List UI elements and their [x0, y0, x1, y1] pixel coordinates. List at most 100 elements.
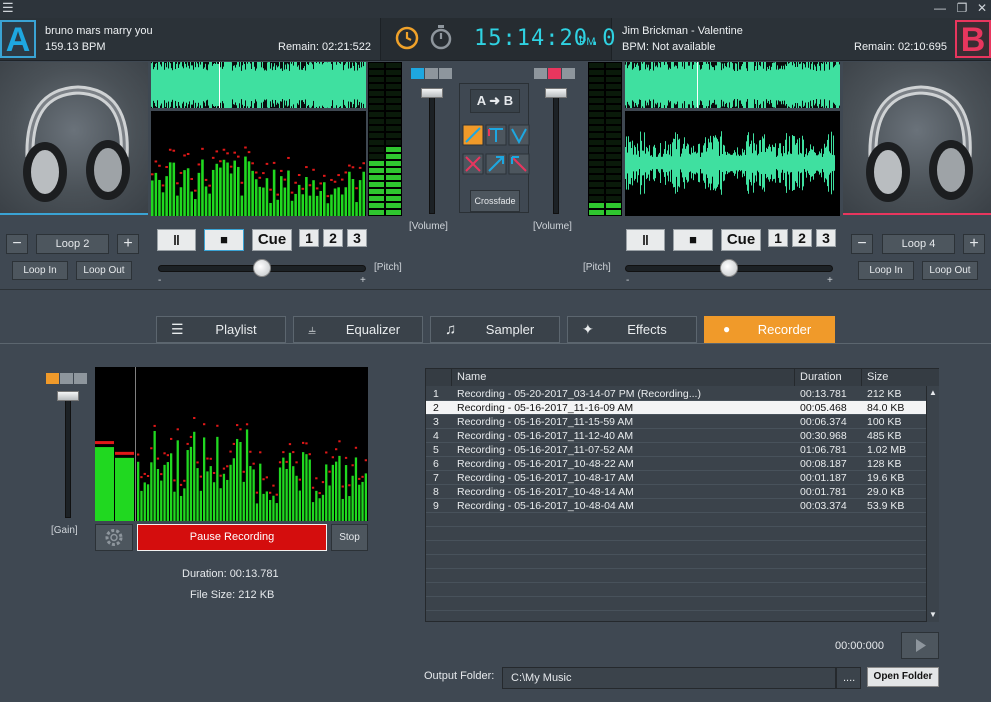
- deck-a-spectrum: [151, 111, 366, 216]
- deck-b-hotcue-1[interactable]: 1: [768, 229, 788, 247]
- deck-b-volume-knob[interactable]: [545, 88, 567, 98]
- deck-b-cue-button[interactable]: Cue: [721, 229, 761, 251]
- table-row[interactable]: 8 Recording - 05-16-2017_10-48-14 AM 00:01…: [426, 485, 926, 499]
- tab-equalizer[interactable]: ⫨ Equalizer: [293, 316, 423, 343]
- deck-b-overview-waveform[interactable]: [625, 55, 840, 115]
- headphones-icon: [23, 85, 130, 202]
- gain-knob[interactable]: [57, 391, 79, 401]
- output-folder-label: Output Folder:: [424, 670, 495, 682]
- table-row[interactable]: 6 Recording - 05-16-2017_10-48-22 AM 00:08…: [426, 457, 926, 471]
- table-header-duration[interactable]: Duration: [795, 369, 862, 386]
- output-folder-field[interactable]: C:\My Music: [502, 667, 836, 689]
- deck-a-pitch-minus-label: -: [158, 275, 162, 286]
- deck-a-stop-button[interactable]: ■: [204, 229, 244, 251]
- table-cell-size: 100 KB: [867, 416, 902, 428]
- scroll-up-icon[interactable]: ▲: [929, 388, 937, 397]
- headphones-icon: [866, 85, 973, 202]
- deck-a-hotcue-1[interactable]: 1: [299, 229, 319, 247]
- table-header-name[interactable]: Name: [452, 369, 795, 386]
- tab-equalizer-label: Equalizer: [345, 322, 401, 337]
- table-row[interactable]: 7 Recording - 05-16-2017_10-48-17 AM 00:01…: [426, 471, 926, 485]
- deck-a-loop-plus-button[interactable]: +: [117, 234, 139, 254]
- maximize-button[interactable]: ❐: [953, 0, 971, 16]
- tab-sampler[interactable]: ♫ Sampler: [430, 316, 560, 343]
- deck-a-loop-out-button[interactable]: Loop Out: [76, 261, 132, 280]
- deck-b-hotcue-2[interactable]: 2: [792, 229, 812, 247]
- deck-a-loop-display: Loop 2: [36, 234, 109, 254]
- deck-b-pause-button[interactable]: ‖: [626, 229, 665, 251]
- deck-b-volume-track[interactable]: [553, 88, 559, 214]
- deck-a-volume-knob[interactable]: [421, 88, 443, 98]
- deck-b-loop-plus-button[interactable]: +: [963, 234, 985, 254]
- table-row[interactable]: 5 Recording - 05-16-2017_11-07-52 AM 01:06…: [426, 443, 926, 457]
- table-cell-num: 5: [433, 444, 439, 456]
- deck-b-volume-mode-icons[interactable]: [534, 68, 578, 81]
- deck-b-hotcue-3[interactable]: 3: [816, 229, 836, 247]
- deck-a-cue-button[interactable]: Cue: [252, 229, 292, 251]
- deck-b-track-title: Jim Brickman - Valentine: [622, 25, 743, 37]
- minimize-button[interactable]: —: [931, 0, 949, 16]
- gain-track[interactable]: [65, 392, 71, 518]
- stars-icon: ✦: [582, 321, 594, 337]
- table-row[interactable]: 3 Recording - 05-16-2017_11-15-59 AM 00:06…: [426, 415, 926, 429]
- recorder-settings-button[interactable]: [95, 524, 133, 551]
- table-cell-name: Recording - 05-16-2017_10-48-17 AM: [457, 472, 634, 484]
- menu-icon[interactable]: ☰: [2, 1, 16, 14]
- crossfade-curve-icons[interactable]: [462, 124, 530, 178]
- deck-a-hotcue-3[interactable]: 3: [347, 229, 367, 247]
- deck-a-pause-button[interactable]: ‖: [157, 229, 196, 251]
- table-cell-size: 1.02 MB: [867, 444, 907, 456]
- play-icon: [916, 639, 926, 652]
- tab-playlist-label: Playlist: [215, 322, 257, 337]
- deck-a-volume-label: [Volume]: [409, 221, 448, 232]
- deck-a-loop-in-button[interactable]: Loop In: [12, 261, 68, 280]
- deck-a-pitch-plus-label: +: [360, 275, 366, 286]
- table-cell-num: 1: [433, 388, 439, 400]
- table-cell-size: 128 KB: [867, 458, 902, 470]
- tab-recorder-label: Recorder: [757, 322, 812, 337]
- close-button[interactable]: ✕: [973, 0, 991, 16]
- deck-b-loop-minus-button[interactable]: −: [851, 234, 873, 254]
- table-scrollbar[interactable]: ▲ ▼: [926, 386, 939, 622]
- deck-b-waveform[interactable]: [625, 111, 840, 216]
- table-cell-num: 4: [433, 430, 439, 442]
- deck-header: A bruno mars marry you 159.13 BPM Remain…: [0, 18, 991, 61]
- clock-icon[interactable]: [395, 26, 419, 50]
- pause-recording-button[interactable]: Pause Recording: [137, 524, 327, 551]
- empty-table-row: [426, 597, 926, 611]
- deck-b-stop-button[interactable]: ■: [673, 229, 713, 251]
- deck-b-accent-line: [843, 213, 991, 215]
- deck-a-pitch-knob[interactable]: [253, 259, 271, 277]
- stopwatch-icon[interactable]: [429, 24, 453, 50]
- deck-a-overview-waveform[interactable]: [151, 55, 366, 115]
- deck-b-loop-out-button[interactable]: Loop Out: [922, 261, 978, 280]
- recordings-table: Name Duration Size 1 Recording - 05-20-20…: [425, 368, 939, 622]
- crossfade-button[interactable]: Crossfade: [470, 190, 520, 212]
- tab-playlist[interactable]: ☰ Playlist: [156, 316, 286, 343]
- deck-a-hotcue-2[interactable]: 2: [323, 229, 343, 247]
- table-row[interactable]: 4 Recording - 05-16-2017_11-12-40 AM 00:30…: [426, 429, 926, 443]
- deck-b-pitch-minus-label: -: [626, 275, 630, 286]
- gain-mode-icons[interactable]: [46, 373, 90, 386]
- deck-b-remain: Remain: 02:10:695: [854, 41, 947, 53]
- deck-a-loop-minus-button[interactable]: −: [6, 234, 28, 254]
- deck-b-pitch-knob[interactable]: [720, 259, 738, 277]
- open-folder-button[interactable]: Open Folder: [867, 667, 939, 687]
- play-recording-button[interactable]: [901, 632, 939, 659]
- tab-recorder[interactable]: ● Recorder: [704, 316, 835, 343]
- a-to-b-button[interactable]: A ➜ B: [470, 89, 520, 113]
- table-row[interactable]: 1 Recording - 05-20-2017_03-14-07 PM (Rec…: [426, 387, 926, 401]
- deck-a-volume-track[interactable]: [429, 88, 435, 214]
- stop-recording-button[interactable]: Stop: [331, 524, 368, 551]
- scroll-down-icon[interactable]: ▼: [929, 610, 937, 619]
- deck-b-loop-in-button[interactable]: Loop In: [858, 261, 914, 280]
- browse-folder-button[interactable]: ....: [836, 667, 861, 689]
- table-header-size[interactable]: Size: [862, 369, 926, 386]
- table-row[interactable]: 9 Recording - 05-16-2017_10-48-04 AM 00:03…: [426, 499, 926, 513]
- empty-table-row: [426, 513, 926, 527]
- deck-a-volume-mode-icons[interactable]: [411, 68, 455, 81]
- tab-effects[interactable]: ✦ Effects: [567, 316, 697, 343]
- table-cell-duration: 00:06.374: [800, 416, 847, 428]
- table-cell-duration: 01:06.781: [800, 444, 847, 456]
- table-row[interactable]: 2 Recording - 05-16-2017_11-16-09 AM 00:05…: [426, 401, 926, 415]
